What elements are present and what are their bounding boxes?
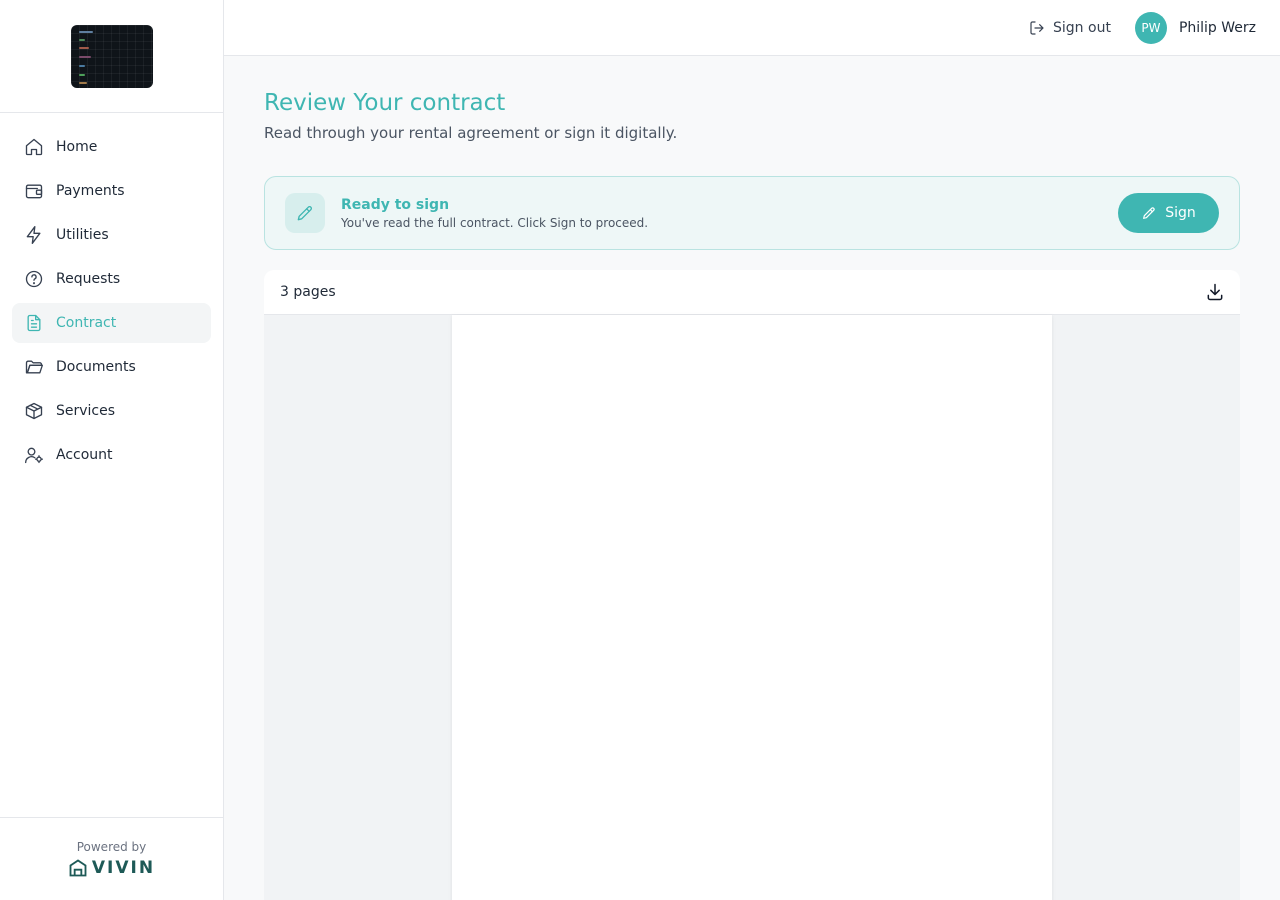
user-name: Philip Werz xyxy=(1178,19,1256,36)
avatar: PW xyxy=(1134,11,1167,44)
sidebar-item-label: Services xyxy=(56,403,116,419)
property-logo[interactable] xyxy=(70,24,153,88)
sidebar-item-label: Contract xyxy=(56,315,117,331)
download-button[interactable] xyxy=(1204,281,1226,303)
sign-out-button[interactable]: Sign out xyxy=(1029,20,1111,36)
logo-area xyxy=(0,0,223,113)
sidebar-footer: Powered by VIVIN xyxy=(0,817,223,900)
viewer-canvas[interactable] xyxy=(264,315,1240,900)
download-icon xyxy=(1207,283,1223,301)
sign-button-label: Sign xyxy=(1165,205,1196,221)
user-menu[interactable]: PW Philip Werz xyxy=(1134,11,1256,44)
sidebar-item-requests[interactable]: Requests xyxy=(12,259,211,299)
page-title: Review Your contract xyxy=(264,90,506,116)
sidebar-item-documents[interactable]: Documents xyxy=(12,347,211,387)
brand-name: VIVIN xyxy=(91,858,156,878)
sidebar-nav: Home Payments Utilities Requests Contrac… xyxy=(0,113,223,475)
sidebar-item-services[interactable]: Services xyxy=(12,391,211,431)
pen-icon xyxy=(285,193,325,233)
user-settings-icon xyxy=(24,445,44,465)
sidebar-item-label: Utilities xyxy=(56,227,109,243)
contract-viewer: 3 pages xyxy=(264,270,1240,900)
viewer-header: 3 pages xyxy=(264,270,1240,315)
folder-icon xyxy=(24,357,44,377)
sidebar-item-label: Home xyxy=(56,139,98,155)
sidebar-item-label: Account xyxy=(56,447,113,463)
sidebar-item-home[interactable]: Home xyxy=(12,127,211,167)
brand-logo[interactable]: VIVIN xyxy=(68,858,155,878)
sidebar-item-label: Documents xyxy=(56,359,136,375)
banner-title: Ready to sign xyxy=(341,196,450,213)
main-content: Review Your contract Read through your r… xyxy=(264,56,1240,900)
house-icon xyxy=(69,859,87,877)
document-icon xyxy=(24,313,44,333)
package-icon xyxy=(24,401,44,421)
lightning-icon xyxy=(24,225,44,245)
document-page xyxy=(452,315,1052,900)
page-count: 3 pages xyxy=(280,284,336,300)
banner-description: You've read the full contract. Click Sig… xyxy=(341,215,649,230)
ready-to-sign-banner: Ready to sign You've read the full contr… xyxy=(264,176,1240,250)
home-icon xyxy=(24,137,44,157)
sidebar: Home Payments Utilities Requests Contrac… xyxy=(0,0,224,900)
sign-button[interactable]: Sign xyxy=(1118,193,1219,233)
sidebar-item-payments[interactable]: Payments xyxy=(12,171,211,211)
page-subtitle: Read through your rental agreement or si… xyxy=(264,124,678,142)
sidebar-item-label: Requests xyxy=(56,271,121,287)
sign-out-label: Sign out xyxy=(1053,19,1111,36)
question-icon xyxy=(24,269,44,289)
wallet-icon xyxy=(24,181,44,201)
sidebar-item-contract[interactable]: Contract xyxy=(12,303,211,343)
sign-out-icon xyxy=(1030,20,1044,35)
pen-icon xyxy=(1143,207,1155,219)
sidebar-item-utilities[interactable]: Utilities xyxy=(12,215,211,255)
sidebar-item-account[interactable]: Account xyxy=(12,435,211,475)
powered-by-label: Powered by xyxy=(76,840,147,854)
topbar: Sign out PW Philip Werz xyxy=(224,0,1280,56)
sidebar-item-label: Payments xyxy=(56,183,125,199)
